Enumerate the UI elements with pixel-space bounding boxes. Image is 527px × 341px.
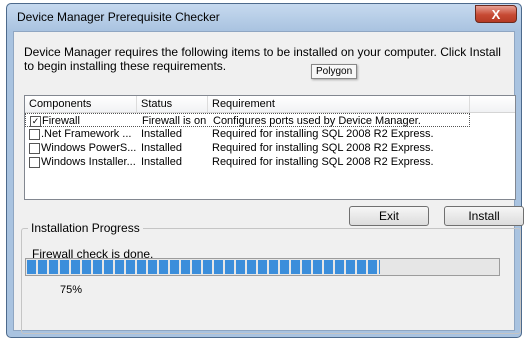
components-list[interactable]: Components Status Requirement ✓ Firewall… [24, 95, 516, 200]
window-title: Device Manager Prerequisite Checker [17, 10, 220, 24]
group-label: Installation Progress [28, 221, 143, 235]
row-checkbox[interactable]: ✓ [30, 116, 41, 127]
component-cell: Windows Installer... [41, 156, 136, 168]
progress-percent: 75% [60, 284, 83, 296]
column-header-components[interactable]: Components [25, 96, 137, 112]
row-checkbox[interactable] [29, 129, 40, 140]
app-window: Device Manager Prerequisite Checker X De… [6, 3, 524, 338]
list-header: Components Status Requirement [25, 96, 515, 113]
requirement-cell: Required for installing SQL 2008 R2 Expr… [212, 142, 434, 154]
close-icon: X [491, 7, 501, 22]
progress-bar [25, 258, 500, 276]
requirement-cell: Required for installing SQL 2008 R2 Expr… [212, 156, 434, 168]
title-bar[interactable]: Device Manager Prerequisite Checker X [7, 4, 521, 31]
column-header-status[interactable]: Status [137, 96, 208, 112]
column-header-filler [470, 96, 515, 112]
progress-bar-fill [27, 260, 380, 274]
requirement-cell: Required for installing SQL 2008 R2 Expr… [212, 128, 434, 140]
install-button[interactable]: Install [444, 206, 524, 226]
column-header-requirement[interactable]: Requirement [208, 96, 470, 112]
intro-text: Device Manager requires the following it… [24, 45, 501, 73]
close-button[interactable]: X [475, 5, 517, 23]
status-cell: Installed [141, 128, 182, 140]
table-row[interactable]: .Net Framework ... Installed Required fo… [25, 127, 470, 141]
tooltip: Polygon [311, 64, 358, 79]
dialog-body: Device Manager requires the following it… [13, 31, 524, 334]
table-row[interactable]: Windows PowerS... Installed Required for… [25, 141, 470, 155]
row-checkbox[interactable] [29, 143, 40, 154]
status-cell: Firewall is on [142, 115, 207, 127]
exit-button[interactable]: Exit [349, 206, 429, 226]
component-cell: Firewall [42, 115, 80, 127]
table-row[interactable]: ✓ Firewall Firewall is on Configures por… [25, 113, 470, 127]
component-cell: Windows PowerS... [41, 142, 137, 154]
status-cell: Installed [141, 156, 182, 168]
requirement-cell: Configures ports used by Device Manager. [213, 115, 421, 127]
status-cell: Installed [141, 142, 182, 154]
component-cell: .Net Framework ... [41, 128, 132, 140]
installation-progress-group: Installation Progress Firewall check is … [21, 221, 521, 334]
row-checkbox[interactable] [29, 157, 40, 168]
table-row[interactable]: Windows Installer... Installed Required … [25, 155, 470, 169]
